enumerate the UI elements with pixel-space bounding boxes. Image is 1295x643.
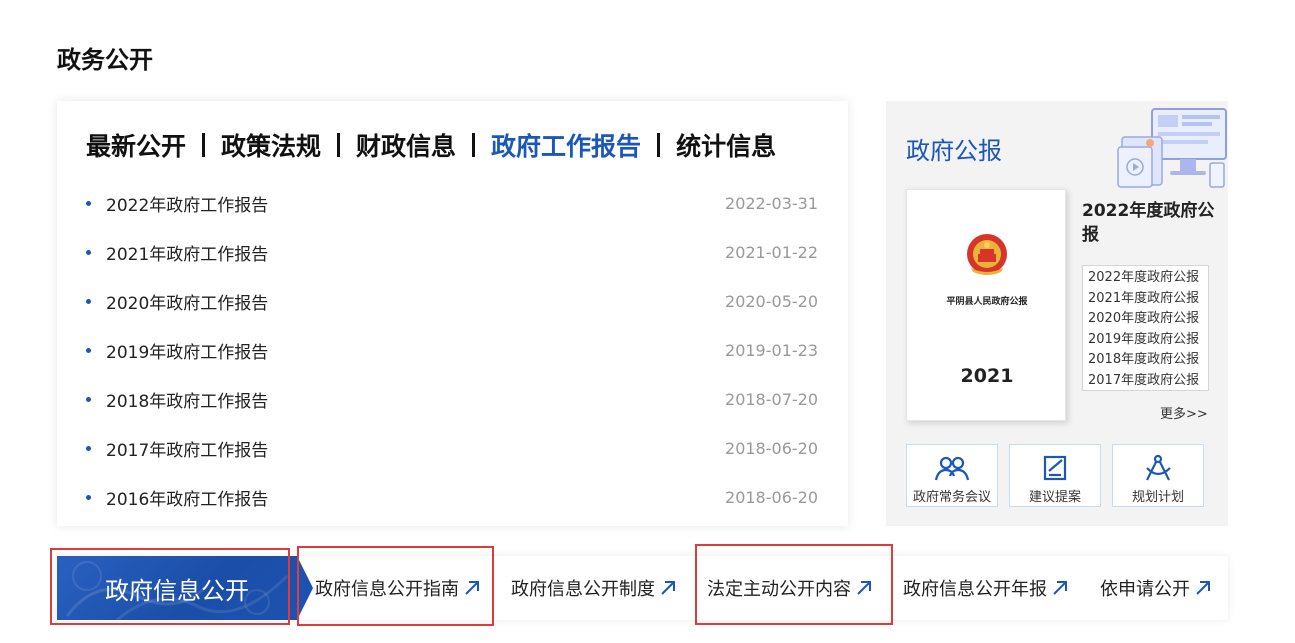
request-disclosure-link[interactable]: 依申请公开 <box>1100 556 1212 620</box>
tab-statistics[interactable]: 统计信息 <box>676 127 776 163</box>
annual-report-link[interactable]: 政府信息公开年报 <box>903 556 1069 620</box>
news-date: 2018-06-20 <box>725 488 818 507</box>
bullet-dot <box>86 397 91 402</box>
gazette-issue-item[interactable]: 2017年度政府公报 <box>1088 371 1208 391</box>
gazette-cover-year: 2021 <box>960 365 1014 387</box>
news-item[interactable]: 2017年政府工作报告 2018-06-20 <box>86 424 818 473</box>
news-title[interactable]: 2021年政府工作报告 <box>106 240 268 265</box>
statutory-disclosure-link[interactable]: 法定主动公开内容 <box>707 556 873 620</box>
gazette-panel: 政府公报 平阴县人民政府公报 2021 2022年度政府公报 2022年度政府公… <box>886 101 1228 526</box>
arrow-up-right-icon <box>1196 581 1210 595</box>
news-item[interactable]: 2021年政府工作报告 2021-01-22 <box>86 228 818 277</box>
news-item[interactable]: 2022年政府工作报告 2022-03-31 <box>86 179 818 228</box>
disclosure-system-label: 政府信息公开制度 <box>511 579 655 600</box>
news-list: 2022年政府工作报告 2022-03-31 2021年政府工作报告 2021-… <box>86 179 818 522</box>
people-icon <box>934 456 970 481</box>
news-date: 2021-01-22 <box>725 243 818 262</box>
tab-latest[interactable]: 最新公开 <box>86 127 186 163</box>
annual-report-label: 政府信息公开年报 <box>903 579 1047 600</box>
tab-policies[interactable]: 政策法规 <box>221 127 321 163</box>
edit-note-icon <box>1043 455 1067 481</box>
disclosure-system-link[interactable]: 政府信息公开制度 <box>511 556 677 620</box>
arrow-up-right-icon <box>661 581 675 595</box>
statutory-disclosure-label: 法定主动公开内容 <box>707 579 851 600</box>
tab-finance[interactable]: 财政信息 <box>356 127 456 163</box>
tab-divider <box>202 133 206 157</box>
arrow-up-right-icon <box>465 581 479 595</box>
gazette-title[interactable]: 政府公报 <box>906 131 1002 166</box>
tab-divider <box>472 133 476 157</box>
news-title[interactable]: 2019年政府工作报告 <box>106 338 268 363</box>
page-title: 政务公开 <box>57 46 153 74</box>
gazette-cover-issuer: 平阴县人民政府公报 <box>946 297 1028 307</box>
bullet-dot <box>86 446 91 451</box>
disclosure-guide-label: 政府信息公开指南 <box>315 579 459 600</box>
news-item[interactable]: 2018年政府工作报告 2018-07-20 <box>86 375 818 424</box>
gazette-issue-list: 2022年度政府公报 2021年度政府公报 2020年度政府公报 2019年度政… <box>1082 265 1209 391</box>
tab-work-report[interactable]: 政府工作报告 <box>491 127 641 163</box>
arrow-tip <box>297 556 313 620</box>
executive-meeting-button[interactable]: 政府常务会议 <box>906 444 998 507</box>
arrow-up-right-icon <box>1053 581 1067 595</box>
tab-divider <box>657 133 661 157</box>
planning-label: 规划计划 <box>1131 490 1184 505</box>
gazette-issue-item[interactable]: 2021年度政府公报 <box>1088 289 1208 310</box>
news-title[interactable]: 2018年政府工作报告 <box>106 387 268 412</box>
bullet-dot <box>86 495 91 500</box>
gazette-issue-item[interactable]: 2022年度政府公报 <box>1088 268 1208 289</box>
computer-illustration-icon <box>1117 108 1227 188</box>
news-date: 2022-03-31 <box>725 194 818 213</box>
gazette-issue-item[interactable]: 2020年度政府公报 <box>1088 309 1208 330</box>
info-disclosure-bar: 政府信息公开 政府信息公开指南 政府信息公开制度 法定主动公开内容 政府信息公开… <box>57 556 1228 620</box>
bullet-dot <box>86 348 91 353</box>
compass-icon <box>1146 454 1171 481</box>
news-item[interactable]: 2019年政府工作报告 2019-01-23 <box>86 326 818 375</box>
arrow-up-right-icon <box>857 581 871 595</box>
news-date: 2018-06-20 <box>725 439 818 458</box>
more-link[interactable]: 更多>> <box>1160 403 1208 422</box>
gazette-current-title[interactable]: 2022年度政府公报 <box>1082 199 1220 247</box>
executive-meeting-label: 政府常务会议 <box>912 490 991 505</box>
bullet-dot <box>86 299 91 304</box>
news-title[interactable]: 2022年政府工作报告 <box>106 191 268 216</box>
news-item[interactable]: 2020年政府工作报告 2020-05-20 <box>86 277 818 326</box>
request-disclosure-label: 依申请公开 <box>1100 579 1190 600</box>
news-date: 2019-01-23 <box>725 341 818 360</box>
proposals-label: 建议提案 <box>1028 490 1081 505</box>
info-disclosure-main-label: 政府信息公开 <box>105 576 249 605</box>
national-emblem-icon <box>967 234 1007 275</box>
tab-divider <box>337 133 341 157</box>
disclosure-guide-link[interactable]: 政府信息公开指南 <box>315 556 481 620</box>
news-date: 2018-07-20 <box>725 390 818 409</box>
news-date: 2020-05-20 <box>725 292 818 311</box>
news-item[interactable]: 2016年政府工作报告 2018-06-20 <box>86 473 818 522</box>
planning-button[interactable]: 规划计划 <box>1112 444 1204 507</box>
info-disclosure-main-button[interactable]: 政府信息公开 <box>57 556 297 620</box>
gazette-issue-item[interactable]: 2019年度政府公报 <box>1088 330 1208 351</box>
gazette-issue-item[interactable]: 2018年度政府公报 <box>1088 350 1208 371</box>
gazette-quick-links: 政府常务会议 建议提案 规划计划 <box>906 444 1204 507</box>
proposals-button[interactable]: 建议提案 <box>1009 444 1101 507</box>
gazette-cover[interactable]: 平阴县人民政府公报 2021 <box>906 189 1066 421</box>
news-card: 最新公开 政策法规 财政信息 政府工作报告 统计信息 2022年政府工作报告 2… <box>57 101 848 526</box>
bullet-dot <box>86 201 91 206</box>
bullet-dot <box>86 250 91 255</box>
news-title[interactable]: 2020年政府工作报告 <box>106 289 268 314</box>
news-title[interactable]: 2017年政府工作报告 <box>106 436 268 461</box>
news-title[interactable]: 2016年政府工作报告 <box>106 485 268 510</box>
category-tabs: 最新公开 政策法规 财政信息 政府工作报告 统计信息 <box>86 127 776 163</box>
